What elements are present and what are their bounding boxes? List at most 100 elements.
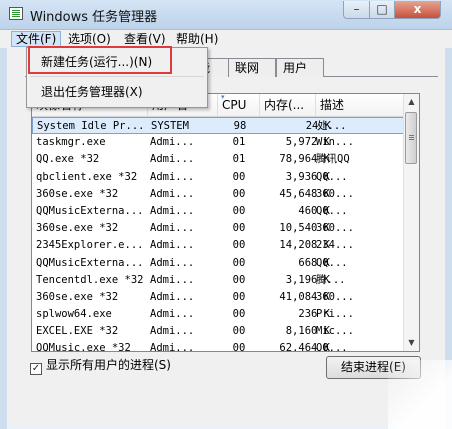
table-row[interactable]: QQMusicExterna... Admi... 00 668 K QQ...	[32, 255, 404, 272]
process-description: QQ...	[316, 204, 348, 217]
table-row[interactable]: QQMusic.exe *32 Admi... 00 62,464 K QQ...	[32, 340, 404, 352]
process-user: Admi...	[150, 204, 195, 217]
process-user: Admi...	[150, 256, 195, 269]
window-border-left	[0, 48, 7, 429]
show-all-processes[interactable]: ✓ 显示所有用户的进程(S)	[30, 357, 171, 375]
process-cpu: 00	[232, 273, 246, 286]
process-description: 360...	[316, 187, 354, 200]
show-all-label: 显示所有用户的进程(S)	[46, 358, 171, 372]
process-description: 360...	[316, 222, 354, 235]
task-manager-icon	[9, 7, 23, 20]
minimize-button[interactable]: –	[343, 1, 370, 19]
maximize-button[interactable]: □	[369, 1, 395, 19]
scroll-down-icon[interactable]: ▼	[404, 335, 419, 351]
process-user: Admi...	[150, 273, 195, 286]
highlight-annotation-box	[28, 46, 172, 74]
process-description: QQ...	[316, 342, 348, 352]
process-name: 2345Explorer.e...	[36, 239, 144, 252]
sort-descending-icon: ▾	[221, 94, 225, 101]
tab-users[interactable]: 用户	[276, 58, 324, 77]
process-user: Admi...	[150, 308, 195, 321]
process-description: QQ...	[316, 170, 348, 183]
table-row[interactable]: QQMusicExterna... Admi... 00 460 K QQ...	[32, 203, 404, 220]
process-description: QQ...	[316, 256, 348, 269]
process-name: QQMusic.exe *32	[36, 342, 131, 352]
process-user: Admi...	[150, 153, 195, 166]
process-name: splwow64.exe	[36, 308, 112, 321]
watermark-fade	[388, 360, 452, 429]
menu-options[interactable]: 选项(O)	[64, 31, 115, 47]
process-description: Win...	[316, 136, 354, 149]
table-row[interactable]: QQ.exe *32 Admi... 01 78,964 K 腾讯QQ	[32, 151, 404, 168]
process-name: System Idle Pr...	[37, 120, 145, 132]
process-list[interactable]: 映像名称 用户名 ▾ CPU 内存(... 描述 System Idle Pr.…	[31, 93, 420, 352]
table-row[interactable]: Tencentdl.exe *32 Admi... 00 3,196 K 腾...	[32, 272, 404, 289]
process-cpu: 00	[232, 290, 246, 303]
process-cpu: 00	[232, 222, 246, 235]
process-user: Admi...	[150, 222, 195, 235]
process-rows: System Idle Pr... SYSTEM 98 24 K 处... taskmgr…	[32, 117, 404, 352]
process-name: QQMusicExterna...	[36, 256, 144, 269]
menu-item-exit[interactable]: 退出任务管理器(X)	[41, 84, 143, 100]
process-name: Tencentdl.exe *32	[36, 273, 144, 286]
scroll-thumb[interactable]	[405, 112, 417, 164]
column-cpu[interactable]: ▾ CPU	[218, 94, 260, 116]
process-name: QQ.exe *32	[36, 153, 100, 166]
table-row[interactable]: 360se.exe *32 Admi... 00 41,084 K 360...	[32, 289, 404, 306]
process-cpu: 01	[232, 153, 246, 166]
process-name: 360se.exe *32	[36, 290, 119, 303]
close-button[interactable]: x	[394, 1, 441, 19]
process-description: Pri...	[316, 308, 354, 321]
process-name: taskmgr.exe	[36, 136, 106, 149]
process-name: 360se.exe *32	[36, 187, 119, 200]
process-cpu: 00	[232, 325, 246, 338]
menu-file[interactable]: 文件(F)	[11, 31, 62, 47]
window-title: Windows 任务管理器	[30, 10, 158, 25]
process-user: Admi...	[150, 325, 195, 338]
table-row[interactable]: splwow64.exe Admi... 00 236 K Pri...	[32, 306, 404, 323]
process-description: Mic...	[316, 325, 354, 338]
process-cpu: 00	[232, 204, 246, 217]
show-all-checkbox[interactable]: ✓	[30, 363, 42, 375]
table-row[interactable]: EXCEL.EXE *32 Admi... 00 8,160 K Mic...	[32, 323, 404, 340]
process-user: SYSTEM	[151, 120, 189, 132]
process-cpu: 01	[232, 136, 246, 149]
process-name: 360se.exe *32	[36, 222, 119, 235]
table-row[interactable]: System Idle Pr... SYSTEM 98 24 K 处...	[32, 117, 404, 135]
scroll-up-icon[interactable]: ▲	[404, 94, 419, 110]
table-row[interactable]: taskmgr.exe Admi... 01 5,972 K Win...	[32, 134, 404, 151]
menu-separator	[30, 76, 204, 77]
process-cpu: 00	[232, 170, 246, 183]
process-cpu: 00	[232, 308, 246, 321]
menu-help[interactable]: 帮助(H)	[172, 31, 222, 47]
process-description: 234...	[316, 239, 354, 252]
process-user: Admi...	[150, 170, 195, 183]
process-name: EXCEL.EXE *32	[36, 325, 119, 338]
process-description: 腾...	[316, 273, 346, 286]
column-description[interactable]: 描述	[316, 94, 404, 116]
table-row[interactable]: 2345Explorer.e... Admi... 00 14,208 K 234...	[32, 237, 404, 254]
vertical-scrollbar[interactable]: ▲ ▼	[403, 94, 419, 351]
process-user: Admi...	[150, 187, 195, 200]
process-name: qbclient.exe *32	[36, 170, 138, 183]
table-row[interactable]: 360se.exe *32 Admi... 00 45,648 K 360...	[32, 186, 404, 203]
process-description: 腾讯QQ	[316, 153, 350, 166]
title-bar: Windows 任务管理器 – □ x	[0, 0, 452, 30]
process-cpu: 98	[233, 120, 247, 132]
column-memory[interactable]: 内存(...	[260, 94, 316, 116]
menu-view[interactable]: 查看(V)	[120, 31, 170, 47]
table-row[interactable]: 360se.exe *32 Admi... 00 10,540 K 360...	[32, 220, 404, 237]
process-cpu: 00	[232, 187, 246, 200]
process-cpu: 00	[232, 239, 246, 252]
process-user: Admi...	[150, 136, 195, 149]
process-description: 处...	[317, 120, 347, 132]
column-cpu-label: CPU	[222, 98, 247, 112]
process-user: Admi...	[150, 239, 195, 252]
process-user: Admi...	[150, 290, 195, 303]
table-row[interactable]: qbclient.exe *32 Admi... 00 3,936 K QQ...	[32, 169, 404, 186]
tab-networking[interactable]: 联网	[228, 58, 276, 77]
process-description: 360...	[316, 290, 354, 303]
process-cpu: 00	[232, 342, 246, 352]
process-user: Admi...	[150, 342, 195, 352]
process-cpu: 00	[232, 256, 246, 269]
